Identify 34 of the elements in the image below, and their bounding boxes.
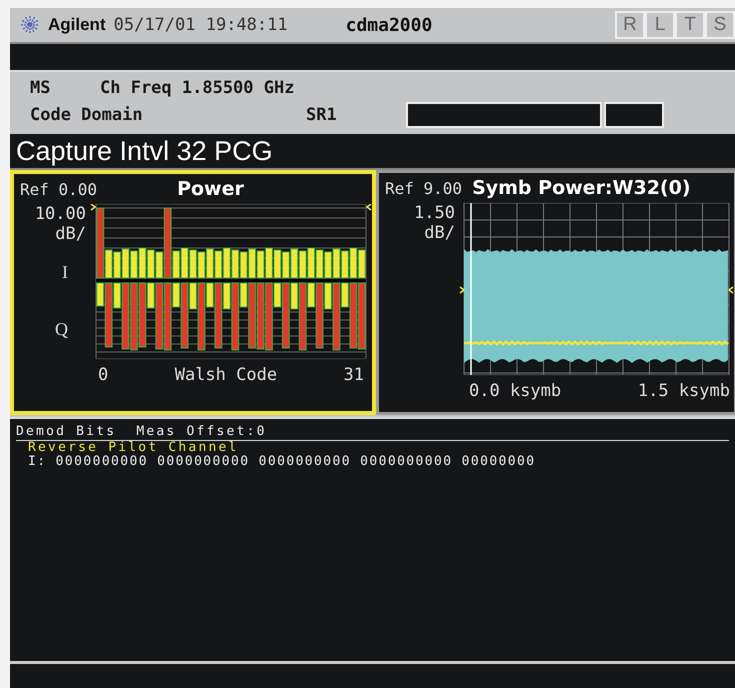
mode-name: cdma2000 bbox=[346, 14, 432, 36]
scale-unit: dB/ bbox=[424, 223, 455, 243]
device-label: MS bbox=[30, 78, 52, 98]
panel-title: Symb Power:W32(0) bbox=[472, 177, 691, 199]
axis-start-label: 0 bbox=[98, 365, 108, 385]
axis-end-label: 1.5 ksymb bbox=[638, 381, 730, 401]
reference-level: Ref 9.00 bbox=[385, 179, 462, 198]
annunciator-indicator: T bbox=[675, 11, 705, 39]
status-box bbox=[604, 102, 664, 128]
channel-frequency: Ch Freq 1.85500 GHz bbox=[100, 78, 294, 98]
spreading-rate: SR1 bbox=[306, 105, 338, 125]
reference-level: Ref 0.00 bbox=[20, 180, 98, 199]
measurement-name: Code Domain bbox=[30, 105, 144, 125]
annunciator-indicator: L bbox=[645, 11, 675, 39]
code-domain-power-panel[interactable]: Ref 0.00 Power 10.00 dB/ I Q 0 Walsh Code 31 bbox=[10, 170, 376, 415]
brand-name: Agilent bbox=[48, 15, 106, 35]
starburst-logo-icon bbox=[20, 15, 40, 35]
date-time: 05/17/01 19:48:11 bbox=[114, 15, 288, 35]
screen-title: Capture Intvl 32 PCG bbox=[10, 134, 735, 168]
annunciator-indicator: R bbox=[615, 11, 645, 39]
demod-bits: I: 0000000000 0000000000 0000000000 0000000000 00000000 bbox=[27, 455, 536, 469]
channel-name: Reverse Pilot Channel bbox=[27, 441, 240, 455]
q-axis-label: Q bbox=[55, 319, 69, 340]
symbol-power-panel[interactable]: Ref 9.00 Symb Power:W32(0) 1.50 dB/ 0.0 ksymb 1.5 ksymb bbox=[376, 170, 735, 415]
scale-unit: dB/ bbox=[55, 224, 86, 244]
demod-bits-heading: Demod Bits Meas Offset:0 bbox=[16, 425, 729, 441]
annunciator-indicator: S bbox=[705, 11, 735, 39]
axis-start-label: 0.0 ksymb bbox=[469, 381, 562, 401]
axis-end-label: 31 bbox=[344, 365, 364, 385]
axis-title: Walsh Code bbox=[174, 365, 278, 385]
i-axis-label: I bbox=[62, 262, 69, 283]
panel-title: Power bbox=[177, 178, 244, 200]
scale-value: 10.00 bbox=[34, 204, 86, 224]
scale-value: 1.50 bbox=[414, 203, 455, 223]
